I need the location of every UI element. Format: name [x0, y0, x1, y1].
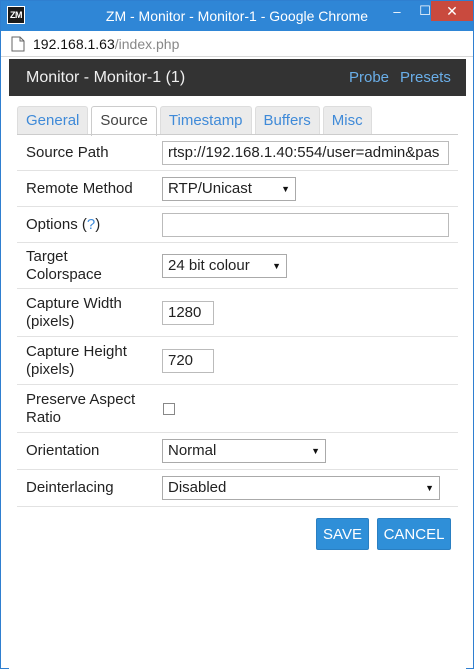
deinterlacing-label: Deinterlacing — [26, 479, 114, 496]
title-bar: ZM ZM - Monitor - Monitor-1 - Google Chr… — [1, 1, 473, 31]
monitor-form-panel: General Source Timestamp Buffers Misc So… — [9, 96, 466, 670]
minimize-button[interactable]: – — [383, 1, 411, 21]
chevron-down-icon: ▼ — [311, 446, 320, 456]
url-host: 192.168.1.63 — [33, 35, 115, 52]
source-form: Source Path rtsp://192.168.1.40:554/user… — [17, 135, 458, 507]
chevron-down-icon: ▼ — [281, 183, 290, 194]
target-colorspace-select[interactable]: 24 bit colour ▼ — [162, 253, 287, 278]
page-icon — [11, 36, 25, 51]
row-orientation: Orientation Normal ▼ — [17, 433, 458, 470]
capture-width-label: Capture Width (pixels) — [26, 294, 122, 330]
probe-link[interactable]: Probe — [349, 69, 389, 86]
tab-bar: General Source Timestamp Buffers Misc — [17, 106, 375, 136]
source-path-input[interactable]: rtsp://192.168.1.40:554/user=admin&pas — [162, 140, 449, 165]
address-bar[interactable]: 192.168.1.63/index.php — [1, 31, 473, 57]
row-target-colorspace: Target Colorspace 24 bit colour ▼ — [17, 243, 458, 289]
row-preserve-aspect: Preserve Aspect Ratio — [17, 385, 458, 433]
options-label: Options (?) — [26, 215, 101, 233]
remote-method-select[interactable]: RTP/Unicast ▼ — [162, 176, 296, 201]
preserve-aspect-label: Preserve Aspect Ratio — [26, 390, 136, 426]
remote-method-value: RTP/Unicast — [168, 179, 252, 197]
deinterlacing-value: Disabled — [168, 479, 227, 496]
tab-misc[interactable]: Misc — [322, 106, 372, 134]
modal-header: Monitor - Monitor-1 (1) Probe Presets — [9, 59, 466, 96]
preserve-aspect-checkbox[interactable] — [163, 402, 175, 415]
row-options: Options (?) — [17, 207, 458, 243]
capture-width-input[interactable]: 1280 — [162, 300, 214, 325]
source-path-label: Source Path — [26, 143, 109, 161]
remote-method-label: Remote Method — [26, 179, 133, 197]
tab-source[interactable]: Source — [91, 106, 157, 136]
row-deinterlacing: Deinterlacing Disabled ▼ — [17, 470, 458, 507]
deinterlacing-select[interactable]: Disabled ▼ — [162, 476, 440, 500]
row-capture-height: Capture Height (pixels) 720 — [17, 337, 458, 385]
options-help-link[interactable]: ? — [87, 216, 95, 233]
url-path: /index.php — [114, 35, 180, 52]
close-button[interactable]: ✕ — [431, 1, 473, 21]
page-title: Monitor - Monitor-1 (1) — [26, 69, 186, 86]
chevron-down-icon: ▼ — [425, 483, 434, 493]
browser-window: ZM ZM - Monitor - Monitor-1 - Google Chr… — [0, 0, 474, 670]
presets-link[interactable]: Presets — [400, 69, 451, 86]
chevron-down-icon: ▼ — [272, 260, 281, 271]
orientation-value: Normal — [168, 442, 217, 459]
capture-height-label: Capture Height (pixels) — [26, 342, 127, 378]
tab-general[interactable]: General — [17, 106, 89, 134]
row-source-path: Source Path rtsp://192.168.1.40:554/user… — [17, 135, 458, 171]
orientation-select[interactable]: Normal ▼ — [162, 439, 326, 463]
capture-height-input[interactable]: 720 — [162, 348, 214, 373]
options-input[interactable] — [162, 212, 449, 237]
tab-buffers[interactable]: Buffers — [254, 106, 320, 134]
target-colorspace-label: Target Colorspace — [26, 247, 102, 283]
cancel-button[interactable]: CANCEL — [377, 518, 451, 550]
row-capture-width: Capture Width (pixels) 1280 — [17, 289, 458, 337]
tab-timestamp[interactable]: Timestamp — [159, 106, 252, 134]
orientation-label: Orientation — [26, 442, 100, 459]
target-colorspace-value: 24 bit colour — [168, 256, 250, 274]
save-button[interactable]: SAVE — [316, 518, 369, 550]
row-remote-method: Remote Method RTP/Unicast ▼ — [17, 171, 458, 207]
